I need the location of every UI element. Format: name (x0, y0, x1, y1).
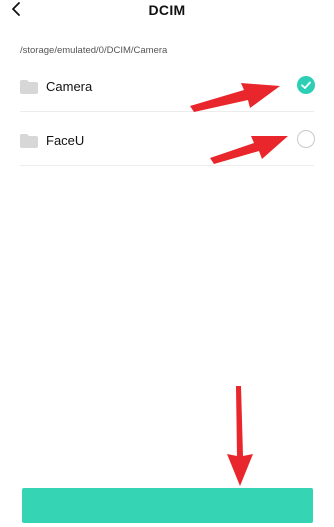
annotation-arrow-icon (227, 386, 253, 486)
annotation-arrow-icon (210, 136, 288, 164)
annotation-arrow-icon (190, 83, 280, 112)
folder-icon (20, 134, 38, 148)
folder-label: Camera (46, 79, 93, 94)
select-radio-faceu[interactable] (297, 130, 315, 148)
folder-icon (20, 80, 38, 94)
folder-label: FaceU (46, 133, 85, 148)
confirm-button[interactable] (22, 488, 313, 523)
select-radio-camera[interactable] (297, 76, 315, 94)
folder-row-faceu[interactable]: FaceU (0, 0, 334, 148)
check-icon (301, 81, 311, 89)
divider (20, 165, 314, 166)
